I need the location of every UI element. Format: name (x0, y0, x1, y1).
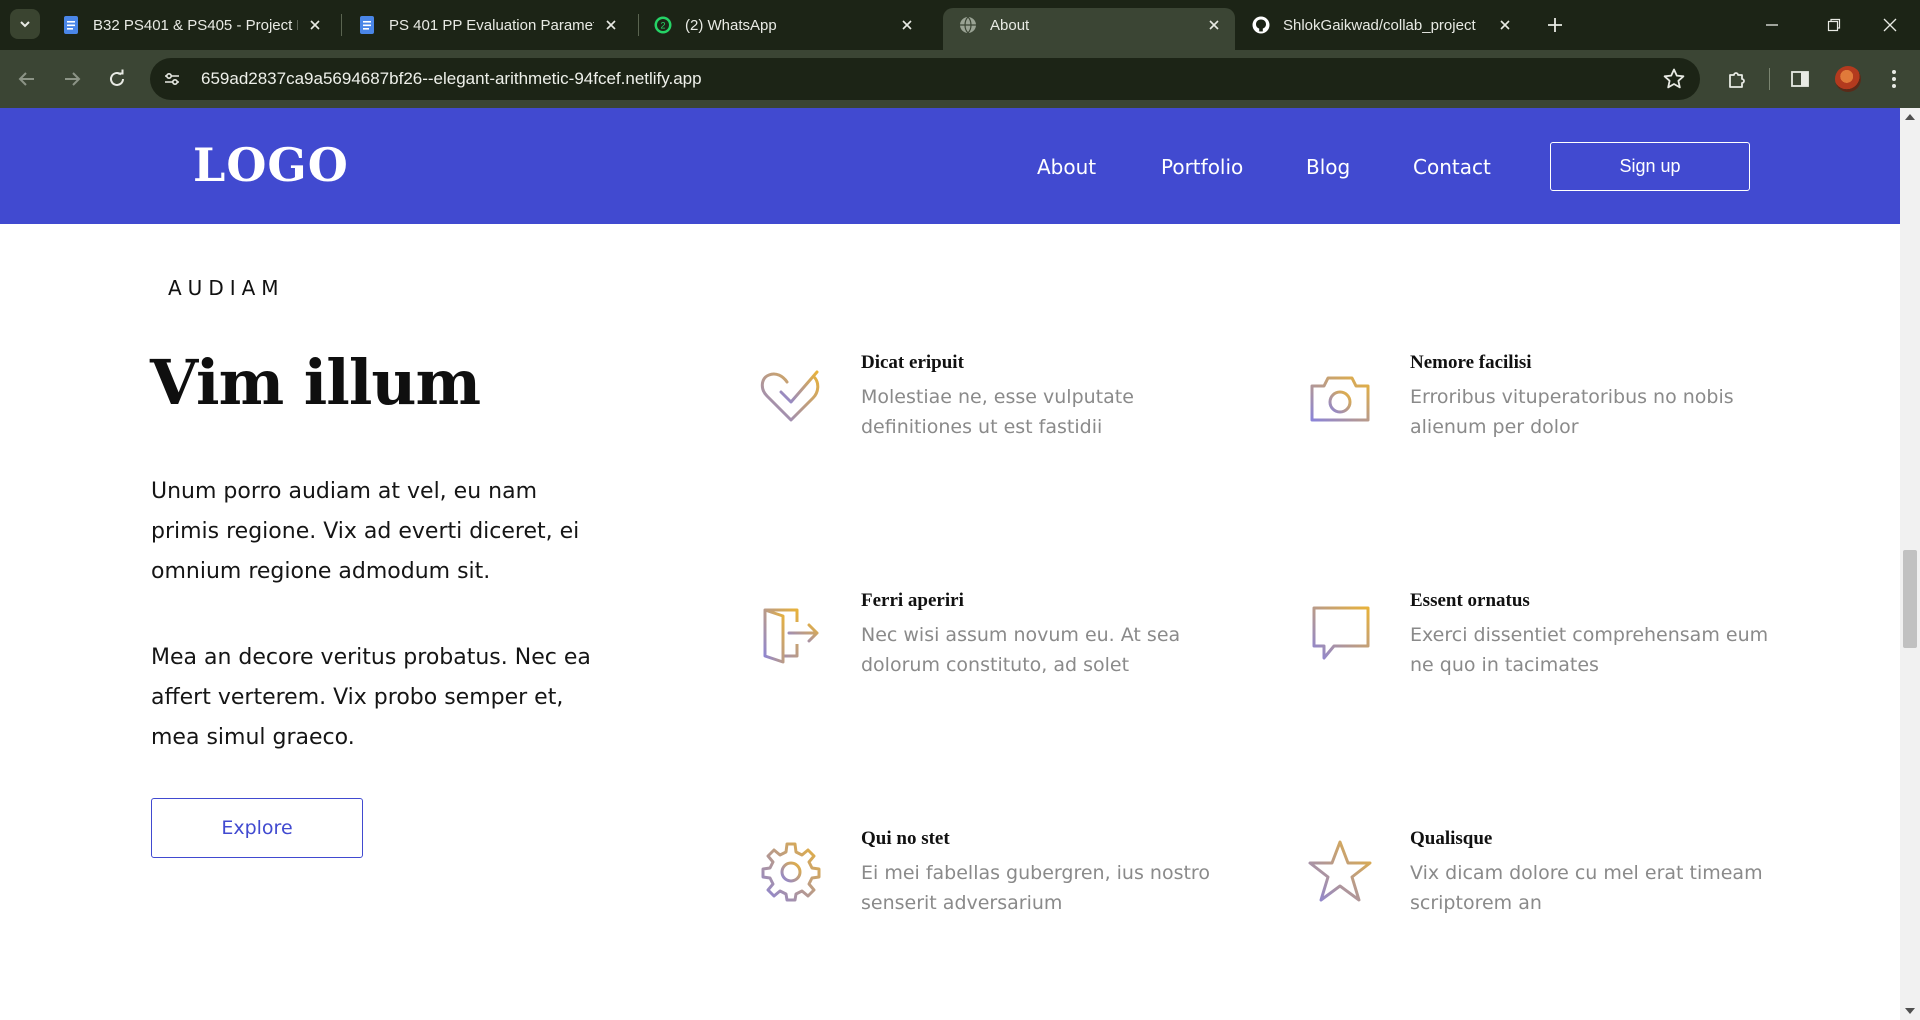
section-eyebrow: AUDIAM (168, 276, 285, 300)
reload-button[interactable] (100, 62, 134, 96)
side-panel-icon (1791, 71, 1809, 87)
side-panel-button[interactable] (1787, 66, 1813, 92)
browser-tab-5[interactable]: ShlokGaikwad/collab_project (1236, 8, 1526, 42)
page-scrollbar[interactable] (1900, 108, 1920, 1020)
github-icon (1252, 16, 1270, 34)
explore-button[interactable]: Explore (151, 798, 363, 858)
feature-title: Ferri aperiri (861, 590, 964, 611)
scroll-up-arrow-icon[interactable] (1905, 114, 1915, 120)
tab-title: About (990, 16, 1030, 34)
feature-text: Ei mei fabellas gubergren, ius nostro se… (861, 862, 1210, 914)
docs-icon (64, 16, 78, 34)
browser-tab-4-active[interactable]: About (943, 8, 1235, 50)
feature-text: Exerci dissentiet comprehensam eum ne qu… (1410, 624, 1769, 676)
chat-bubble-icon (1312, 606, 1370, 660)
arrow-left-icon (18, 72, 34, 86)
close-icon[interactable] (898, 16, 916, 34)
site-logo[interactable]: LOGO (193, 138, 349, 192)
feature-title: Qui no stet (861, 828, 950, 849)
browser-toolbar: 659ad2837ca9a5694687bf26--elegant-arithm… (0, 50, 1920, 108)
scrollbar-thumb[interactable] (1903, 550, 1917, 648)
url-text: 659ad2837ca9a5694687bf26--elegant-arithm… (201, 69, 702, 88)
nav-link-blog[interactable]: Blog (1306, 155, 1350, 179)
puzzle-icon (1729, 72, 1745, 88)
browser-tab-2[interactable]: PS 401 PP Evaluation Parameter (342, 8, 632, 42)
feature-text: Erroribus vituperatoribus no nobis alien… (1410, 386, 1734, 438)
page-viewport: LOGO About Portfolio Blog Contact Sign u… (0, 108, 1900, 1020)
tab-search-button[interactable] (10, 9, 40, 39)
feature-text: Molestiae ne, esse vulputate definitione… (861, 386, 1134, 438)
site-info-button[interactable] (155, 62, 189, 96)
tab-title: PS 401 PP Evaluation Parameter (389, 16, 594, 34)
back-button[interactable] (10, 62, 44, 96)
section-heading: Vim illum (150, 346, 481, 419)
intro-paragraph-2: Mea an decore veritus probatus. Nec ea a… (151, 645, 591, 750)
tab-title: (2) WhatsApp (685, 16, 777, 34)
door-exit-icon (763, 608, 819, 664)
gear-icon (761, 842, 821, 902)
nav-link-about[interactable]: About (1037, 155, 1096, 179)
nav-link-contact[interactable]: Contact (1413, 155, 1491, 179)
feature-title: Dicat eripuit (861, 352, 964, 373)
close-icon[interactable] (306, 16, 324, 34)
intro-paragraph-1: Unum porro audiam at vel, eu nam primis … (151, 479, 580, 584)
arrow-right-icon (65, 72, 81, 86)
forward-button[interactable] (55, 62, 89, 96)
whatsapp-badge: 2 (660, 21, 665, 31)
whatsapp-icon: 2 (654, 16, 672, 34)
close-icon[interactable] (1496, 16, 1514, 34)
heart-check-icon (760, 370, 820, 422)
address-bar[interactable]: 659ad2837ca9a5694687bf26--elegant-arithm… (150, 58, 1700, 100)
profile-avatar[interactable] (1835, 66, 1861, 92)
nav-link-portfolio[interactable]: Portfolio (1161, 155, 1243, 179)
docs-icon (360, 16, 374, 34)
browser-tab-strip: B32 PS401 & PS405 - Project Pr PS 401 PP… (0, 0, 1920, 50)
camera-icon (1310, 376, 1370, 422)
sign-up-button[interactable]: Sign up (1550, 142, 1750, 191)
star-icon (1308, 840, 1372, 902)
browser-menu-button[interactable] (1881, 66, 1907, 92)
tab-title: ShlokGaikwad/collab_project (1283, 16, 1476, 34)
feature-title: Essent ornatus (1410, 590, 1530, 611)
scroll-down-arrow-icon[interactable] (1905, 1008, 1915, 1014)
tab-title: B32 PS401 & PS405 - Project Pr (93, 16, 298, 34)
feature-title: Qualisque (1410, 828, 1493, 849)
plus-icon (1548, 18, 1562, 32)
feature-title: Nemore facilisi (1410, 352, 1532, 373)
more-vertical-icon (1892, 70, 1896, 88)
toolbar-divider (1769, 68, 1770, 90)
feature-text: Vix dicam dolore cu mel erat timeam scri… (1410, 862, 1763, 914)
extensions-button[interactable] (1724, 66, 1750, 92)
close-icon[interactable] (1205, 16, 1223, 34)
restore-window-button[interactable] (1814, 10, 1854, 40)
feature-text: Nec wisi assum novum eu. At sea dolorum … (861, 624, 1181, 676)
tune-icon (165, 72, 179, 86)
new-tab-button[interactable] (1542, 12, 1568, 38)
close-icon (1883, 18, 1897, 32)
close-icon[interactable] (602, 16, 620, 34)
chevron-down-icon (20, 21, 30, 28)
bookmark-star-icon[interactable] (1662, 67, 1686, 91)
close-window-button[interactable] (1870, 10, 1910, 40)
minimize-icon (1766, 24, 1778, 26)
restore-icon (1827, 18, 1841, 32)
browser-tab-1[interactable]: B32 PS401 & PS405 - Project Pr (46, 8, 336, 42)
browser-tab-3[interactable]: 2 (2) WhatsApp (638, 8, 928, 42)
reload-icon (110, 69, 124, 86)
globe-icon (960, 16, 976, 34)
minimize-window-button[interactable] (1752, 10, 1792, 40)
site-header: LOGO About Portfolio Blog Contact Sign u… (0, 108, 1900, 224)
